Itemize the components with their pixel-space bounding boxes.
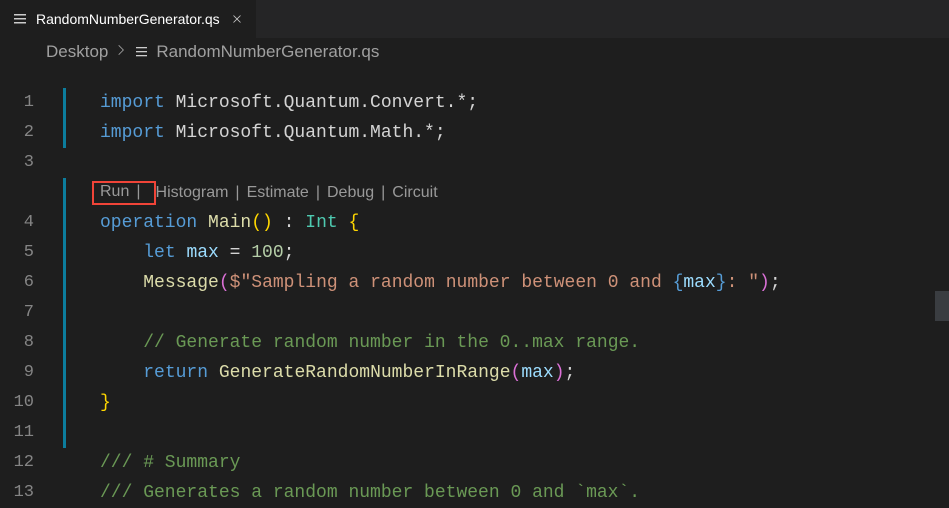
codelens-sep: |: [235, 178, 239, 208]
breadcrumb-item[interactable]: Desktop: [46, 42, 108, 62]
codelens-sep: |: [381, 178, 385, 208]
run-highlight-box: Run |: [92, 181, 156, 205]
breadcrumb[interactable]: Desktop RandomNumberGenerator.qs: [0, 38, 949, 66]
interp-close: }: [716, 273, 727, 293]
indent: [100, 363, 143, 383]
indent: [100, 243, 143, 263]
code-line[interactable]: /// Generates a random number between 0 …: [56, 478, 949, 508]
codelens: Run|Histogram|Estimate|Debug|Circuit: [56, 178, 949, 208]
code-line[interactable]: [56, 418, 949, 448]
line-number: 4: [0, 208, 56, 238]
editor-tab[interactable]: RandomNumberGenerator.qs: [0, 0, 257, 38]
string: :: [727, 273, 749, 293]
function: Message: [143, 273, 219, 293]
punct: ;: [284, 243, 295, 263]
type: Int: [305, 213, 337, 233]
paren: (): [251, 213, 273, 233]
keyword: let: [143, 243, 186, 263]
op: =: [219, 243, 251, 263]
code-line[interactable]: // Generate random number in the 0..max …: [56, 328, 949, 358]
codelens-histogram[interactable]: Histogram: [156, 178, 229, 208]
codelens-estimate[interactable]: Estimate: [247, 178, 309, 208]
keyword: import: [100, 123, 165, 143]
codelens-circuit[interactable]: Circuit: [392, 178, 437, 208]
paren: ): [554, 363, 565, 383]
brace: }: [100, 393, 111, 413]
number: 100: [251, 243, 283, 263]
code-line[interactable]: operation Main() : Int {: [56, 208, 949, 238]
comment: // Generate random number in the 0..max …: [143, 333, 640, 353]
line-number: 3: [0, 148, 56, 178]
punct: ;: [467, 93, 478, 113]
scroll-highlight: [935, 291, 949, 321]
file-icon: [12, 11, 28, 27]
variable: max: [521, 363, 553, 383]
punct: ;: [565, 363, 576, 383]
quote: ": [240, 273, 251, 293]
codelens-gutter-spacer: [0, 178, 56, 208]
tab-bar: RandomNumberGenerator.qs: [0, 0, 949, 38]
keyword: return: [143, 363, 219, 383]
code-line[interactable]: [56, 148, 949, 178]
line-number: 10: [0, 388, 56, 418]
code-line[interactable]: /// # Summary: [56, 448, 949, 478]
code-line[interactable]: let max = 100;: [56, 238, 949, 268]
paren: (: [511, 363, 522, 383]
keyword: import: [100, 93, 165, 113]
punct: ;: [770, 273, 781, 293]
breadcrumb-item[interactable]: RandomNumberGenerator.qs: [156, 42, 379, 62]
variable: max: [186, 243, 218, 263]
line-number: 6: [0, 268, 56, 298]
function: GenerateRandomNumberInRange: [219, 363, 511, 383]
code-area[interactable]: import Microsoft.Quantum.Convert.*; impo…: [56, 66, 949, 507]
line-number: 13: [0, 478, 56, 508]
punct: ;: [435, 123, 446, 143]
codelens-debug[interactable]: Debug: [327, 178, 374, 208]
dollar: $: [230, 273, 241, 293]
code-line[interactable]: return GenerateRandomNumberInRange(max);: [56, 358, 949, 388]
codelens-run[interactable]: Run: [100, 183, 129, 200]
line-number: 2: [0, 118, 56, 148]
string: Sampling a random number between 0 and: [251, 273, 672, 293]
colon: :: [273, 213, 305, 233]
keyword: operation: [100, 213, 208, 233]
modified-indicator: [63, 178, 66, 448]
code-line[interactable]: [56, 298, 949, 328]
code-line[interactable]: }: [56, 388, 949, 418]
line-number: 7: [0, 298, 56, 328]
indent: [100, 273, 143, 293]
line-number: 9: [0, 358, 56, 388]
quote: ": [748, 273, 759, 293]
variable: max: [683, 273, 715, 293]
chevron-right-icon: [114, 42, 128, 62]
comment: /// Generates a random number between 0 …: [100, 483, 640, 503]
code-line[interactable]: import Microsoft.Quantum.Convert.*;: [56, 88, 949, 118]
namespace: Microsoft.Quantum.Math.*: [165, 123, 435, 143]
line-number: 11: [0, 418, 56, 448]
interp-open: {: [673, 273, 684, 293]
modified-indicator: [63, 88, 66, 148]
close-icon[interactable]: [228, 10, 246, 28]
brace: {: [338, 213, 360, 233]
code-line[interactable]: import Microsoft.Quantum.Math.*;: [56, 118, 949, 148]
paren: (: [219, 273, 230, 293]
line-number: 1: [0, 88, 56, 118]
line-number: 8: [0, 328, 56, 358]
codelens-sep: |: [316, 178, 320, 208]
indent: [100, 333, 143, 353]
namespace: Microsoft.Quantum.Convert.*: [165, 93, 467, 113]
line-number-gutter: 1 2 3 4 5 6 7 8 9 10 11 12 13: [0, 66, 56, 507]
tab-filename: RandomNumberGenerator.qs: [36, 11, 220, 27]
line-number: 12: [0, 448, 56, 478]
codelens-sep: |: [136, 183, 140, 200]
paren: ): [759, 273, 770, 293]
function: Main: [208, 213, 251, 233]
code-line[interactable]: Message($"Sampling a random number betwe…: [56, 268, 949, 298]
comment: /// # Summary: [100, 453, 240, 473]
editor[interactable]: 1 2 3 4 5 6 7 8 9 10 11 12 13 import Mic…: [0, 66, 949, 507]
file-icon: [134, 44, 150, 60]
line-number: 5: [0, 238, 56, 268]
